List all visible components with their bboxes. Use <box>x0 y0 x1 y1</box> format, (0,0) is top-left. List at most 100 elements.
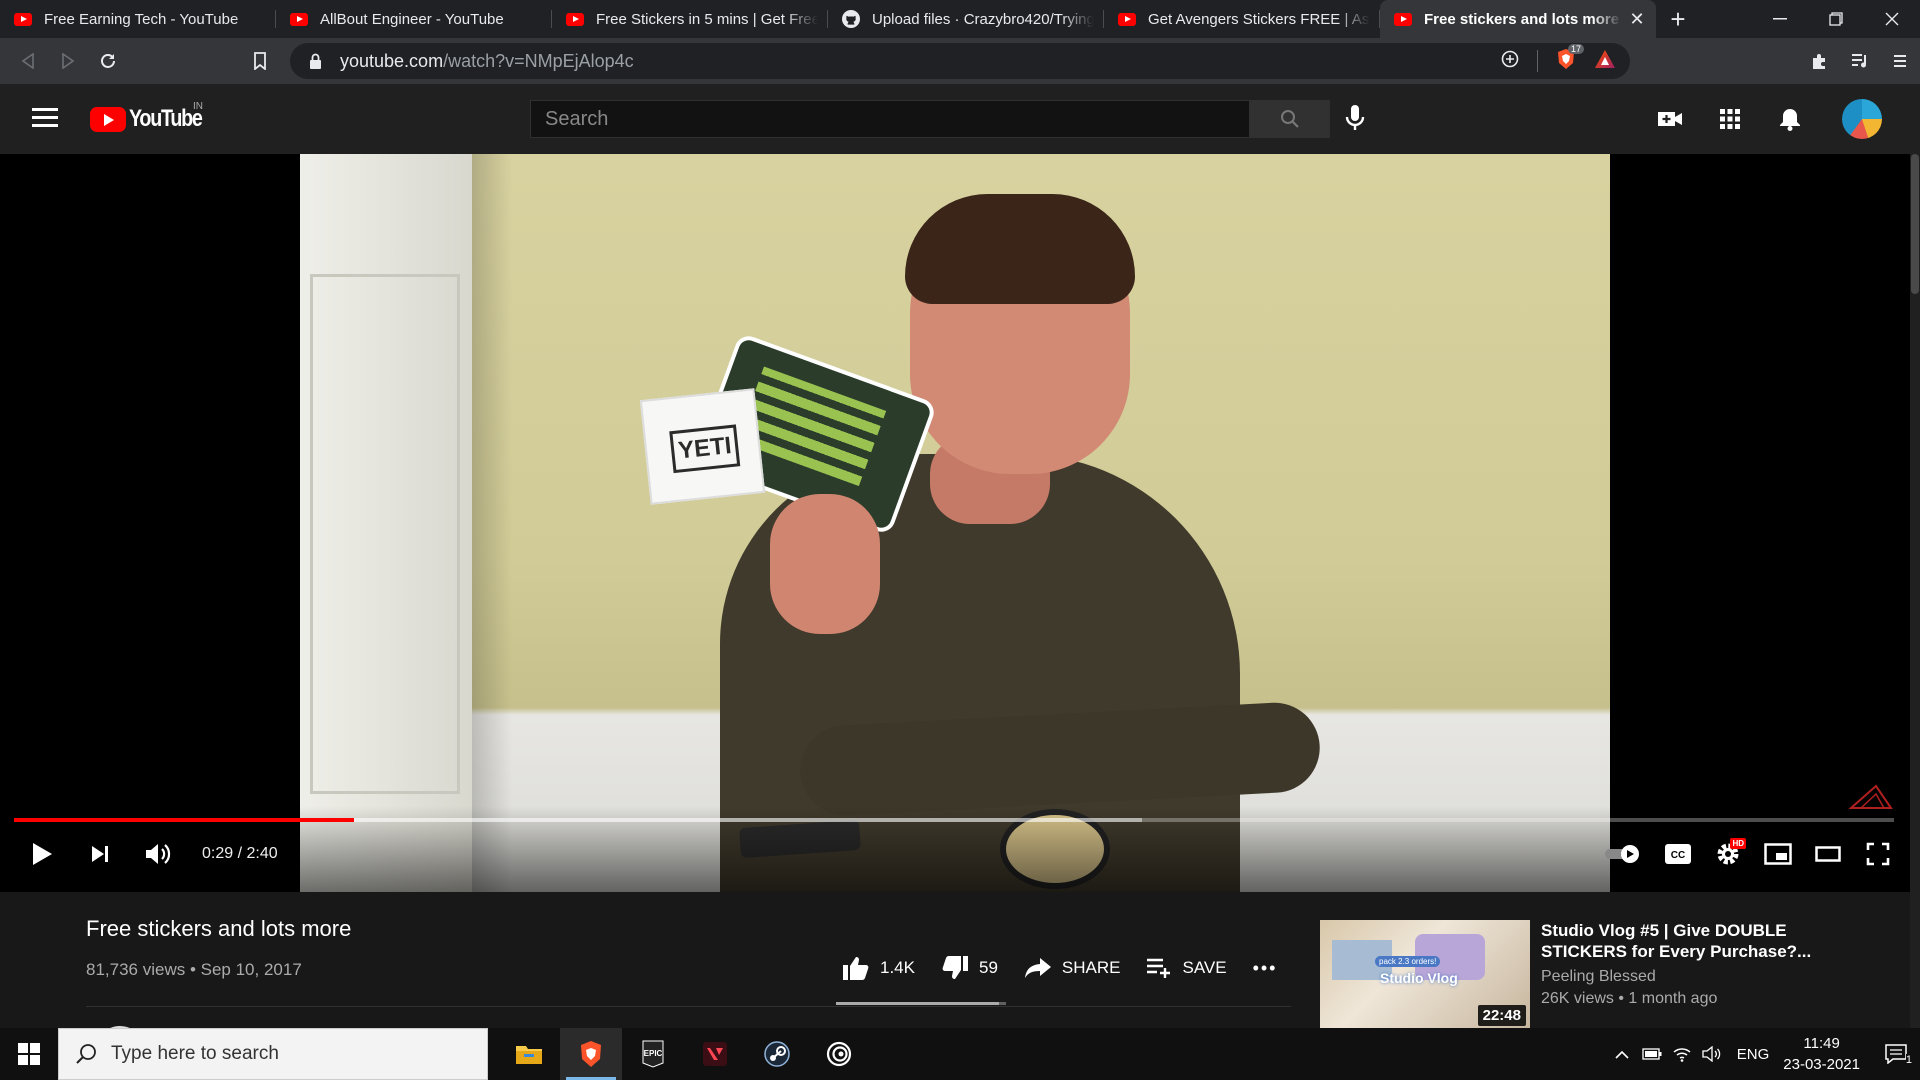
search-box: Search <box>530 100 1330 138</box>
like-button[interactable]: 1.4K <box>842 955 915 981</box>
autoplay-toggle[interactable] <box>1600 836 1646 872</box>
windows-logo-icon <box>18 1043 40 1065</box>
brave-browser-icon[interactable] <box>560 1028 622 1080</box>
tab-title: Free stickers and lots more - Y <box>1424 10 1622 28</box>
windows-taskbar: Type here to search EPIC ENG 11:49 23-03… <box>0 1028 1920 1080</box>
tab-allbout-engineer[interactable]: AllBout Engineer - YouTube <box>276 0 552 38</box>
notification-count: 1 <box>1905 1054 1912 1066</box>
steam-icon[interactable] <box>746 1028 808 1080</box>
address-bar[interactable]: youtube.com/watch?v=NMpEjAlop4c 17 <box>290 43 1630 79</box>
create-video-icon[interactable] <box>1650 99 1690 139</box>
back-icon[interactable] <box>8 41 48 81</box>
share-button[interactable]: SHARE <box>1024 957 1121 979</box>
reload-icon[interactable] <box>88 41 128 81</box>
page-scrollbar[interactable] <box>1910 154 1920 1028</box>
mute-button[interactable] <box>140 836 176 872</box>
tab-avengers-stickers[interactable]: Get Avengers Stickers FREE | Asian <box>1104 0 1380 38</box>
progress-bar[interactable] <box>14 818 1894 822</box>
browser-menu-icon[interactable] <box>1880 53 1920 69</box>
youtube-logo[interactable]: YouTube IN <box>90 101 218 133</box>
tab-free-stickers-active[interactable]: Free stickers and lots more - Y ✕ <box>1380 0 1656 38</box>
uplay-icon[interactable] <box>808 1028 870 1080</box>
brave-shields-icon[interactable]: 17 <box>1556 43 1584 75</box>
notifications-bell-icon[interactable] <box>1770 99 1810 139</box>
tab-free-stickers-5-mins[interactable]: Free Stickers in 5 mins | Get Free S <box>552 0 828 38</box>
settings-button[interactable]: HD <box>1710 836 1746 872</box>
search-button[interactable] <box>1250 100 1330 138</box>
minimize-icon[interactable] <box>1752 0 1808 38</box>
taskbar-search-placeholder: Type here to search <box>111 1043 279 1064</box>
forward-icon[interactable] <box>48 41 88 81</box>
close-tab-icon[interactable]: ✕ <box>1628 10 1646 28</box>
video-duration: 22:48 <box>1477 1005 1526 1026</box>
volume-icon <box>146 844 171 864</box>
fullscreen-button[interactable] <box>1860 836 1896 872</box>
close-window-icon[interactable] <box>1864 0 1920 38</box>
play-button[interactable] <box>24 836 60 872</box>
info-divider <box>86 1006 1291 1007</box>
video-player[interactable]: 0:29 / 2:40 CC HD <box>0 154 1920 892</box>
played-bar <box>14 818 355 822</box>
restore-icon[interactable] <box>1808 0 1864 38</box>
video-meta: 81,736 views • Sep 10, 2017 <box>86 960 302 979</box>
save-label: SAVE <box>1182 958 1227 977</box>
lock-icon[interactable] <box>304 53 326 70</box>
logo-wordmark: YouTube <box>129 105 203 132</box>
subtitles-button[interactable]: CC <box>1660 836 1696 872</box>
miniplayer-button[interactable] <box>1760 836 1796 872</box>
sentiment-likes-fill <box>836 1002 1000 1005</box>
recommended-channel[interactable]: Peeling Blessed <box>1541 968 1841 986</box>
guide-menu-icon[interactable] <box>32 108 58 132</box>
recommended-title[interactable]: Studio Vlog #5 | Give DOUBLE STICKERS fo… <box>1541 920 1841 962</box>
youtube-icon <box>290 10 308 28</box>
window-controls <box>1752 0 1920 38</box>
hd-badge: HD <box>1730 838 1746 849</box>
search-input[interactable]: Search <box>530 100 1250 138</box>
taskbar-clock[interactable]: 11:49 23-03-2021 <box>1783 1033 1860 1075</box>
speaker-icon[interactable] <box>1697 1046 1727 1062</box>
tab-free-earning-tech[interactable]: Free Earning Tech - YouTube <box>0 0 276 38</box>
bookmark-icon[interactable] <box>240 41 280 81</box>
epic-games-icon[interactable]: EPIC <box>622 1028 684 1080</box>
account-avatar[interactable] <box>1842 99 1882 139</box>
more-actions-button[interactable]: ••• <box>1253 958 1278 979</box>
share-label: SHARE <box>1061 958 1121 977</box>
add-to-home-icon[interactable] <box>1501 50 1519 73</box>
theater-mode-button[interactable] <box>1810 836 1846 872</box>
search-icon <box>1281 110 1299 128</box>
save-button[interactable]: SAVE <box>1146 957 1227 979</box>
input-language[interactable]: ENG <box>1737 1046 1770 1063</box>
battery-icon[interactable] <box>1637 1048 1667 1060</box>
next-button[interactable] <box>82 836 118 872</box>
start-button[interactable] <box>0 1028 58 1080</box>
player-controls-left: 0:29 / 2:40 <box>24 836 278 872</box>
new-tab-button[interactable]: + <box>1656 0 1700 38</box>
file-explorer-icon[interactable] <box>498 1028 560 1080</box>
wifi-icon[interactable] <box>1667 1046 1697 1062</box>
show-hidden-icons-chevron-icon[interactable] <box>1607 1050 1637 1059</box>
tab-title: AllBout Engineer - YouTube <box>320 10 504 28</box>
system-tray: ENG 11:49 23-03-2021 1 <box>1607 1028 1920 1080</box>
dislike-button[interactable]: 59 <box>941 955 998 981</box>
dislike-count: 59 <box>978 958 998 977</box>
microphone-icon <box>1345 105 1365 130</box>
github-icon <box>842 10 860 28</box>
action-center-button[interactable]: 1 <box>1872 1044 1920 1066</box>
notification-icon <box>1885 1044 1907 1064</box>
extensions-puzzle-icon[interactable] <box>1800 52 1840 70</box>
apps-grid-icon[interactable] <box>1710 99 1750 139</box>
tab-github-upload[interactable]: Upload files · Crazybro420/Trying- <box>828 0 1104 38</box>
theater-mode-icon <box>1815 846 1841 862</box>
country-code: IN <box>193 101 203 112</box>
taskbar-search[interactable]: Type here to search <box>58 1028 488 1080</box>
recommended-thumbnail[interactable]: pack 2.3 orders! Studio Vlog 22:48 <box>1320 920 1530 1028</box>
brave-shield-count: 17 <box>1567 43 1584 54</box>
valorant-icon[interactable] <box>684 1028 746 1080</box>
scrollbar-thumb[interactable] <box>1911 154 1919 294</box>
media-playlist-icon[interactable] <box>1840 53 1880 69</box>
omnibox-actions: 17 <box>1501 43 1630 79</box>
thumbs-up-icon <box>843 957 869 980</box>
voice-search-button[interactable] <box>1345 104 1365 137</box>
recommended-video[interactable]: pack 2.3 orders! Studio Vlog 22:48 Studi… <box>1320 920 1880 1028</box>
brave-rewards-icon[interactable] <box>1594 49 1616 74</box>
